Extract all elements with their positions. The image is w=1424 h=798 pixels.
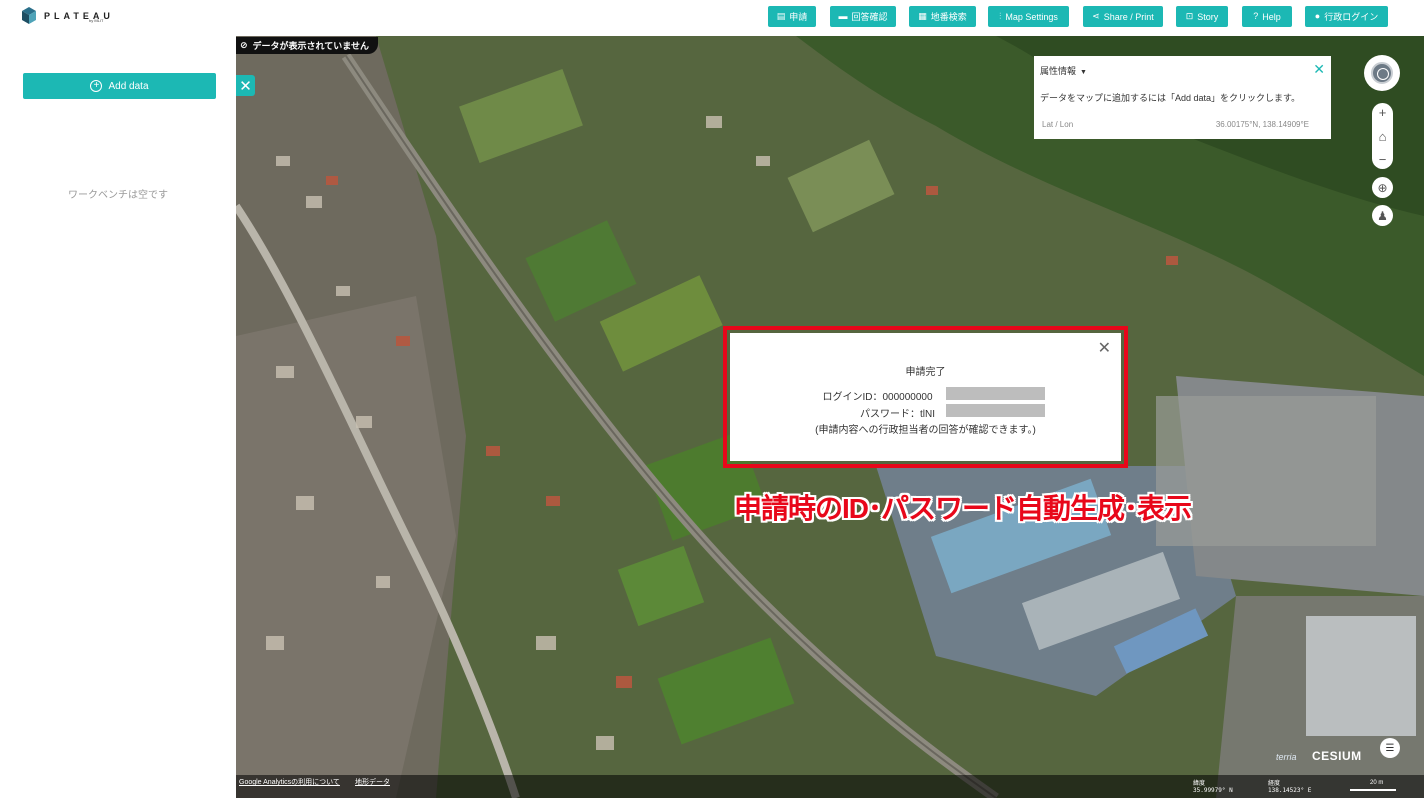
- scale-label: 20 m: [1370, 780, 1384, 786]
- help-icon: ?: [1253, 11, 1259, 21]
- user-icon: ●: [1314, 11, 1321, 21]
- document-icon: ▤: [776, 11, 786, 21]
- add-data-label: Add data: [108, 80, 149, 92]
- plus-circle-icon: +: [90, 80, 103, 92]
- add-data-button[interactable]: + Add data: [23, 73, 216, 99]
- lot-search-button[interactable]: ▦ 地番検索: [909, 6, 976, 27]
- help-label: Help: [1262, 11, 1281, 22]
- latitude-readout: 緯度 35.99979° N: [1193, 780, 1233, 794]
- story-button[interactable]: ⊡ Story: [1176, 6, 1228, 27]
- share-print-label: Share / Print: [1103, 11, 1154, 22]
- analytics-credit-link[interactable]: Google Analyticsの利用について: [239, 777, 340, 787]
- latitude-value: 35.99979° N: [1193, 787, 1233, 794]
- map-settings-label: Map Settings: [1005, 11, 1058, 22]
- latitude-label: 緯度: [1193, 780, 1206, 787]
- dialog-close-button[interactable]: ✕: [1098, 338, 1111, 358]
- feature-info-title[interactable]: 属性情報 ▼: [1040, 64, 1087, 77]
- answer-check-button[interactable]: ▬ 回答確認: [830, 6, 896, 27]
- app-header: PLATEAU by MLIT ▤ 申請 ▬ 回答確認 ▦ 地番検索 ⫶ Map…: [0, 0, 1424, 33]
- scale-bar: [1350, 789, 1396, 791]
- annotation-caption: 申請時のID･パスワード自動生成･表示: [734, 493, 1192, 524]
- feedback-icon: ☰: [1385, 742, 1395, 754]
- crosshair-icon: ⊕: [1377, 180, 1388, 195]
- pedestrian-icon: ♟: [1377, 208, 1388, 223]
- apply-button-label: 申請: [789, 12, 808, 22]
- longitude-readout: 経度 138.14523° E: [1268, 780, 1311, 794]
- eye-off-icon: ⊘: [240, 40, 248, 50]
- feature-info-title-text: 属性情報: [1040, 66, 1077, 76]
- dialog-title: 申請完了: [905, 367, 946, 378]
- map-settings-button[interactable]: ⫶ Map Settings: [988, 6, 1069, 27]
- admin-login-label: 行政ログイン: [1324, 12, 1379, 22]
- caret-down-icon: ▼: [1080, 69, 1087, 76]
- story-label: Story: [1197, 11, 1219, 22]
- compass-control[interactable]: [1364, 55, 1400, 91]
- lot-search-label: 地番検索: [930, 12, 967, 22]
- feature-info-panel: 属性情報 ▼ ✕ データをマップに追加するには「Add data」をクリックします…: [1034, 56, 1331, 139]
- no-data-message: データが表示されていません: [252, 41, 370, 51]
- latlon-value: 36.00175°N, 138.14909°E: [1215, 120, 1309, 129]
- longitude-value: 138.14523° E: [1268, 787, 1312, 794]
- application-complete-dialog: ✕ 申請完了 ログインID：000000000 パスワード：tlNI (申請内容…: [730, 333, 1121, 461]
- buildings-icon: ▦: [918, 11, 927, 21]
- redacted-login-id: [946, 387, 1045, 400]
- login-id-text: ログインID：000000000: [822, 392, 933, 403]
- terrain-credit-link[interactable]: 地形データ: [355, 777, 390, 787]
- feedback-button[interactable]: ☰: [1380, 738, 1400, 758]
- collapse-workbench-button[interactable]: ✕: [236, 75, 255, 96]
- no-data-indicator: ⊘ データが表示されていません: [236, 37, 379, 54]
- home-icon[interactable]: ⌂: [1379, 130, 1387, 143]
- longitude-label: 経度: [1268, 780, 1281, 787]
- help-button[interactable]: ? Help: [1242, 6, 1292, 27]
- admin-login-button[interactable]: ● 行政ログイン: [1305, 6, 1388, 27]
- feature-info-close-button[interactable]: ✕: [1313, 61, 1325, 78]
- map-bottom-bar: [236, 775, 1424, 798]
- workbench-empty-message: ワークベンチは空です: [68, 190, 168, 201]
- answer-check-label: 回答確認: [851, 12, 888, 22]
- sliders-icon: ⫶: [999, 11, 1002, 21]
- pedestrian-mode-button[interactable]: ♟: [1372, 205, 1393, 226]
- locate-button[interactable]: ⊕: [1372, 177, 1393, 198]
- password-text: パスワード：tlNI: [860, 409, 935, 420]
- redacted-password: [946, 404, 1045, 417]
- zoom-control: + ⌂ −: [1372, 103, 1393, 169]
- plateau-logo-icon: [22, 7, 36, 24]
- zoom-in-button[interactable]: +: [1379, 106, 1387, 119]
- message-icon: ▬: [838, 11, 848, 21]
- feature-info-message: データをマップに追加するには「Add data」をクリックします。: [1040, 93, 1301, 103]
- close-icon: ✕: [239, 77, 252, 95]
- story-icon: ⊡: [1185, 11, 1194, 21]
- apply-button[interactable]: ▤ 申請: [768, 6, 816, 27]
- terria-logo[interactable]: terria: [1276, 752, 1297, 762]
- workbench-panel: [0, 36, 236, 798]
- zoom-out-button[interactable]: −: [1379, 153, 1387, 166]
- share-icon: ⋖: [1092, 11, 1100, 21]
- compass-icon: [1371, 62, 1393, 84]
- latlon-label: Lat / Lon: [1042, 120, 1074, 129]
- logo-subtext: by MLIT: [89, 18, 104, 23]
- share-print-button[interactable]: ⋖ Share / Print: [1083, 6, 1163, 27]
- cesium-logo[interactable]: CESIUM: [1312, 749, 1362, 763]
- dialog-note: (申請内容への行政担当者の回答が確認できます。): [815, 425, 1036, 436]
